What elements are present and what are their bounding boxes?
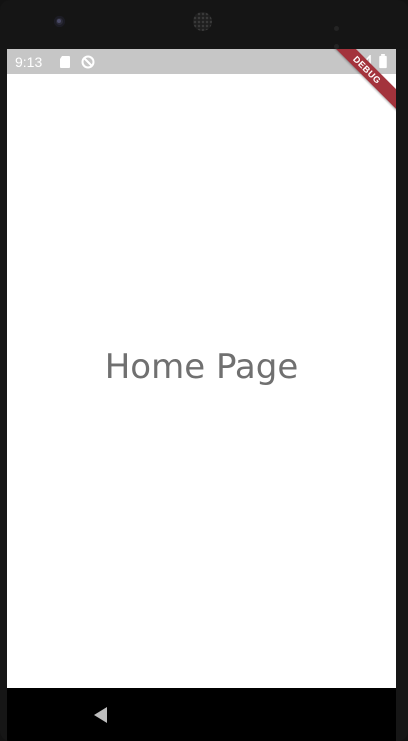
app-screen: 9:13 DEBUG Home Page xyxy=(7,49,396,688)
sd-card-icon xyxy=(60,56,70,68)
front-camera-icon xyxy=(54,16,65,27)
status-time: 9:13 xyxy=(15,54,43,70)
proximity-sensors xyxy=(334,18,356,49)
page-title: Home Page xyxy=(104,347,299,387)
back-icon[interactable] xyxy=(91,705,111,725)
device-top-bezel xyxy=(0,0,408,49)
device-frame: 9:13 DEBUG Home Page xyxy=(0,0,408,741)
page-body: Home Page xyxy=(7,74,396,688)
status-bar: 9:13 DEBUG xyxy=(7,49,396,114)
earpiece-speaker-icon xyxy=(193,12,212,31)
battery-icon xyxy=(379,54,387,69)
sync-icon xyxy=(81,55,95,69)
navigation-bar xyxy=(7,688,396,741)
